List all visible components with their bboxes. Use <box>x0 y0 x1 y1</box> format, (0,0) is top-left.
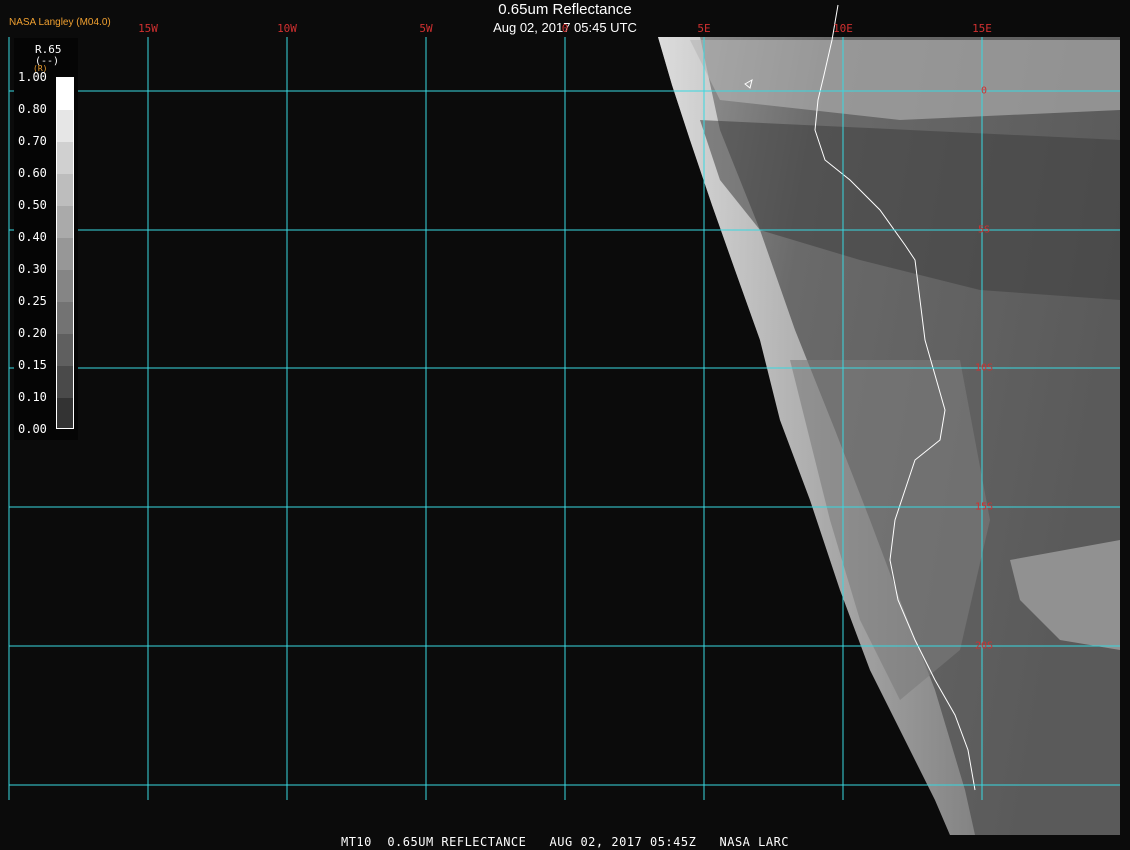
color-legend: R.65 (--) (R) 1.00 0.80 0.70 0.60 0.50 0.40 0.… <box>14 38 78 440</box>
latitude-label: 15S <box>974 501 994 513</box>
legend-tick-label: 0.15 <box>18 358 47 372</box>
longitude-label: 15E <box>972 22 992 35</box>
latitude-label: 10S <box>974 362 994 374</box>
latitude-label: 5S <box>977 224 991 236</box>
legend-color-bar <box>56 77 74 429</box>
legend-swatch <box>57 78 73 110</box>
legend-tick-label: 0.30 <box>18 262 47 276</box>
legend-swatch <box>57 270 73 302</box>
legend-tick-label: 0.25 <box>18 294 47 308</box>
longitude-label: 5W <box>419 22 433 35</box>
longitude-label: 10W <box>277 22 297 35</box>
latitude-label: 20S <box>974 640 994 652</box>
longitude-label: 0 <box>561 22 569 35</box>
legend-tick-label: 0.60 <box>18 166 47 180</box>
legend-tick-label: 0.20 <box>18 326 47 340</box>
legend-tick-label: 0.80 <box>18 102 47 116</box>
legend-tick-label: 1.00 <box>18 70 47 84</box>
satellite-map <box>8 4 1120 835</box>
legend-swatch <box>57 334 73 366</box>
legend-swatch <box>57 238 73 270</box>
legend-tick-label: 0.70 <box>18 134 47 148</box>
map-title: 0.65um Reflectance <box>498 1 632 18</box>
legend-tick-label: 0.10 <box>18 390 47 404</box>
legend-tick-label: 0.00 <box>18 422 47 436</box>
latitude-label: 0 <box>980 85 988 97</box>
legend-name: R.65 <box>35 43 62 56</box>
legend-swatch <box>57 366 73 398</box>
legend-tick-label: 0.50 <box>18 198 47 212</box>
legend-swatch <box>57 302 73 334</box>
legend-swatch <box>57 206 73 238</box>
footer-caption: MT10 0.65UM REFLECTANCE AUG 02, 2017 05:… <box>340 835 790 849</box>
legend-tick-label: 0.40 <box>18 230 47 244</box>
longitude-label: 15W <box>138 22 158 35</box>
legend-swatch <box>57 174 73 206</box>
legend-swatch <box>57 110 73 142</box>
legend-swatch <box>57 398 73 428</box>
longitude-label: 5E <box>697 22 711 35</box>
legend-swatch <box>57 142 73 174</box>
longitude-label: 10E <box>833 22 853 35</box>
